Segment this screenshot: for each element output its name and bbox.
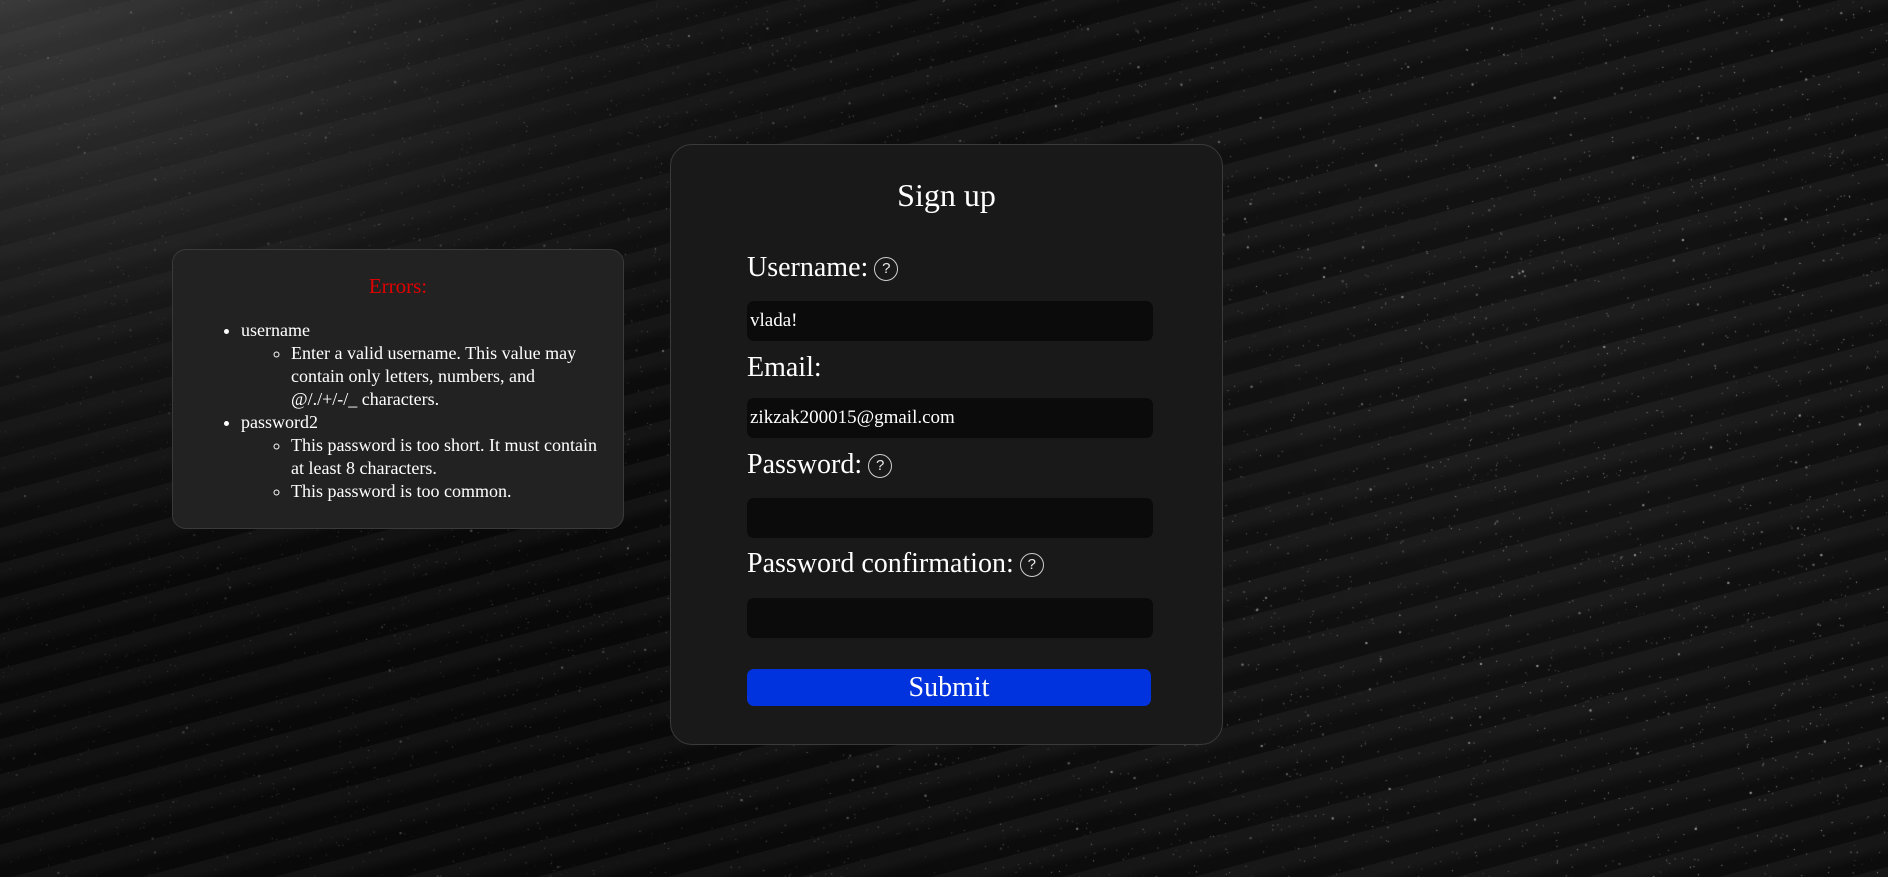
page-title: Sign up bbox=[897, 177, 996, 213]
email-input[interactable] bbox=[747, 398, 1153, 438]
help-icon[interactable]: ? bbox=[1019, 553, 1044, 577]
errors-list: username Enter a valid username. This va… bbox=[191, 319, 605, 503]
password-confirmation-label: Password confirmation: ? bbox=[747, 547, 1044, 581]
error-field-name: password2 bbox=[241, 412, 318, 432]
username-input[interactable] bbox=[747, 301, 1153, 341]
submit-button[interactable]: Submit bbox=[747, 669, 1151, 706]
username-label: Username: ? bbox=[747, 251, 899, 285]
password-confirmation-label-text: Password confirmation: bbox=[747, 548, 1014, 579]
error-message: This password is too common. bbox=[291, 480, 605, 503]
email-label: Email: bbox=[747, 351, 822, 385]
errors-title: Errors: bbox=[368, 274, 428, 298]
password-label: Password: ? bbox=[747, 448, 893, 482]
help-icon[interactable]: ? bbox=[868, 454, 893, 478]
error-message: Enter a valid username. This value may c… bbox=[291, 342, 605, 411]
email-label-text: Email: bbox=[747, 352, 822, 383]
username-label-text: Username: bbox=[747, 252, 869, 283]
password-confirmation-input[interactable] bbox=[747, 598, 1153, 638]
help-icon[interactable]: ? bbox=[874, 257, 899, 281]
password-label-text: Password: bbox=[747, 449, 863, 480]
error-field-name: username bbox=[241, 320, 310, 340]
errors-panel: Errors: username Enter a valid username.… bbox=[172, 249, 624, 529]
error-messages-list: Enter a valid username. This value may c… bbox=[241, 342, 605, 411]
password-input[interactable] bbox=[747, 498, 1153, 538]
signup-form: Sign up Username: ? Email: Password: ? P… bbox=[670, 144, 1223, 745]
error-field-item: username Enter a valid username. This va… bbox=[241, 319, 605, 411]
error-message: This password is too short. It must cont… bbox=[291, 434, 605, 480]
error-messages-list: This password is too short. It must cont… bbox=[241, 434, 605, 503]
error-field-item: password2 This password is too short. It… bbox=[241, 411, 605, 503]
